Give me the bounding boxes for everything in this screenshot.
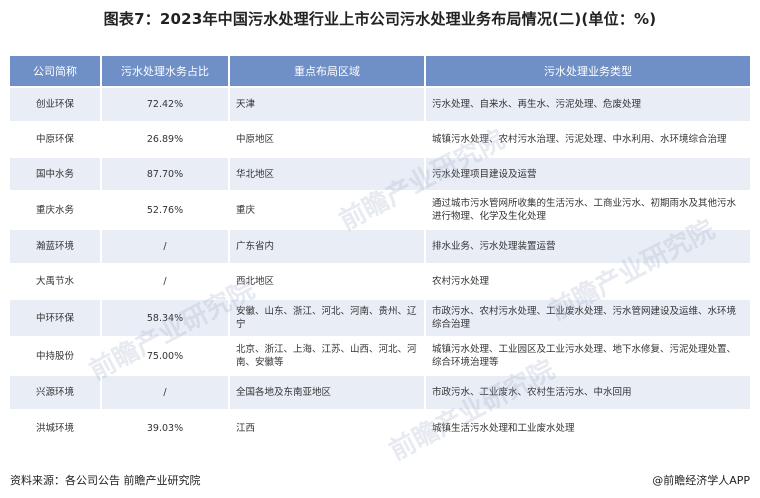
cell-region: 江西 [230,409,426,445]
cell-region: 西北地区 [230,263,426,298]
cell-business-type: 城镇污水处理、工业园区及工业污水处理、地下水修复、污泥处理处置、综合环境治理等 [426,336,750,374]
cell-share: 75.00% [102,336,230,374]
cell-company: 洪城环境 [10,409,102,445]
cell-company: 重庆水务 [10,190,102,228]
table-row: 中持股份 75.00% 北京、浙江、上海、江苏、山西、河北、河南、安徽等 城镇污… [10,336,750,374]
cell-share: 26.89% [102,121,230,156]
data-table: 公司简称 污水处理水务占比 重点布局区域 污水处理业务类型 创业环保 72.42… [10,56,750,445]
cell-business-type: 市政污水、工业废水、农村生活污水、中水回用 [426,374,750,409]
header-company: 公司简称 [10,56,102,86]
cell-share: 52.76% [102,190,230,228]
cell-region: 重庆 [230,190,426,228]
cell-company: 瀚蓝环境 [10,228,102,263]
cell-company: 中持股份 [10,336,102,374]
table-row: 瀚蓝环境 / 广东省内 排水业务、污水处理装置运营 [10,228,750,263]
cell-company: 创业环保 [10,86,102,121]
cell-share: 58.34% [102,298,230,336]
cell-share: / [102,374,230,409]
cell-company: 兴源环境 [10,374,102,409]
cell-region: 天津 [230,86,426,121]
table-row: 创业环保 72.42% 天津 污水处理、自来水、再生水、污泥处理、危废处理 [10,86,750,121]
table-row: 重庆水务 52.76% 重庆 通过城市污水管网所收集的生活污水、工商业污水、初期… [10,190,750,228]
cell-business-type: 污水处理项目建设及运营 [426,156,750,190]
cell-company: 国中水务 [10,156,102,190]
cell-business-type: 排水业务、污水处理装置运营 [426,228,750,263]
table-row: 中环环保 58.34% 安徽、山东、浙江、河北、河南、贵州、辽宁 市政污水、农村… [10,298,750,336]
footer: 资料来源：各公司公告 前瞻产业研究院 @前瞻经济学人APP [10,472,750,490]
cell-region: 中原地区 [230,121,426,156]
cell-region: 华北地区 [230,156,426,190]
header-region: 重点布局区域 [230,56,426,86]
cell-share: 72.42% [102,86,230,121]
source-note: 资料来源：各公司公告 前瞻产业研究院 [10,474,201,487]
cell-region: 安徽、山东、浙江、河北、河南、贵州、辽宁 [230,298,426,336]
chart-title: 图表7：2023年中国污水处理行业上市公司污水处理业务布局情况(二)(单位：%) [103,10,657,28]
table-row: 洪城环境 39.03% 江西 城镇生活污水处理和工业废水处理 [10,409,750,445]
cell-share: / [102,263,230,298]
cell-region: 全国各地及东南亚地区 [230,374,426,409]
cell-business-type: 市政污水、农村污水处理、工业废水处理、污水管网建设及运维、水环境综合治理 [426,298,750,336]
brand-label: @前瞻经济学人APP [652,474,750,487]
cell-business-type: 通过城市污水管网所收集的生活污水、工商业污水、初期雨水及其他污水进行物理、化学及… [426,190,750,228]
table-row: 大禹节水 / 西北地区 农村污水处理 [10,263,750,298]
cell-business-type: 城镇生活污水处理和工业废水处理 [426,409,750,445]
cell-company: 中原环保 [10,121,102,156]
cell-share: 87.70% [102,156,230,190]
cell-share: / [102,228,230,263]
cell-region: 北京、浙江、上海、江苏、山西、河北、河南、安徽等 [230,336,426,374]
cell-business-type: 农村污水处理 [426,263,750,298]
cell-region: 广东省内 [230,228,426,263]
table-row: 中原环保 26.89% 中原地区 城镇污水处理、农村污水治理、污泥处理、中水利用… [10,121,750,156]
table-row: 兴源环境 / 全国各地及东南亚地区 市政污水、工业废水、农村生活污水、中水回用 [10,374,750,409]
cell-business-type: 城镇污水处理、农村污水治理、污泥处理、中水利用、水环境综合治理 [426,121,750,156]
cell-business-type: 污水处理、自来水、再生水、污泥处理、危废处理 [426,86,750,121]
table-header-row: 公司简称 污水处理水务占比 重点布局区域 污水处理业务类型 [10,56,750,86]
cell-share: 39.03% [102,409,230,445]
cell-company: 中环环保 [10,298,102,336]
header-share: 污水处理水务占比 [102,56,230,86]
cell-company: 大禹节水 [10,263,102,298]
table-row: 国中水务 87.70% 华北地区 污水处理项目建设及运营 [10,156,750,190]
header-business-type: 污水处理业务类型 [426,56,750,86]
